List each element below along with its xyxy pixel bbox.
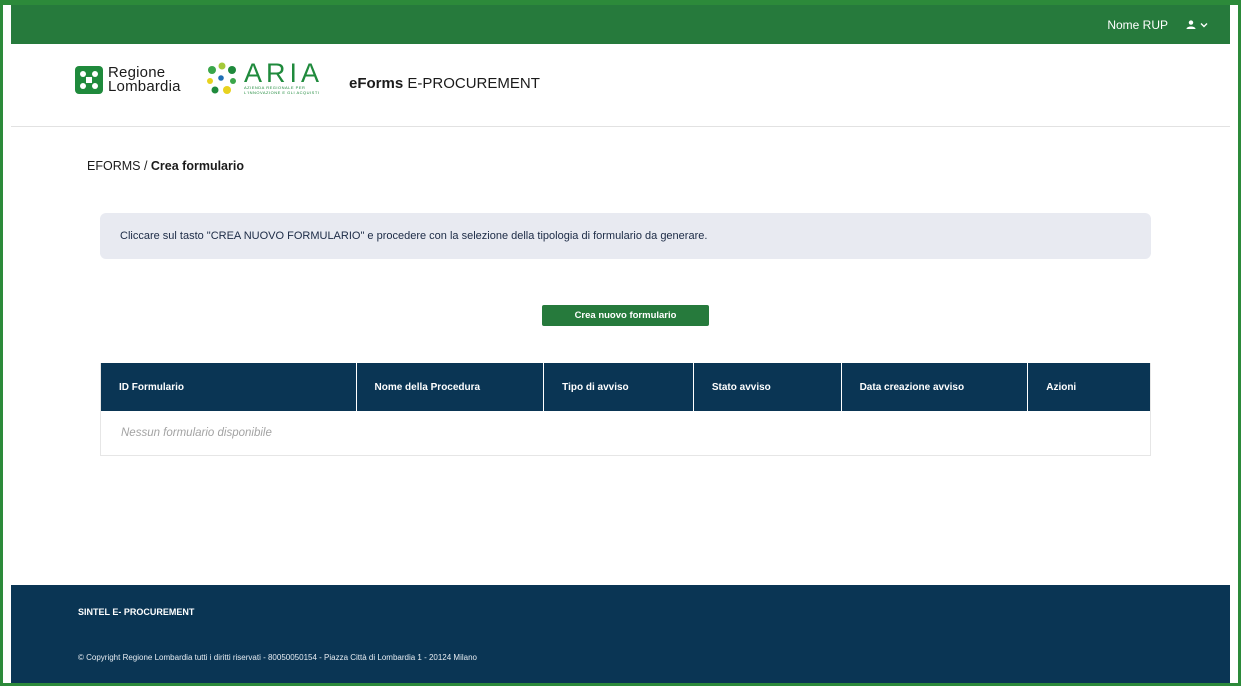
app-title-eforms: eForms [349, 75, 404, 92]
breadcrumb-separator: / [140, 159, 151, 173]
top-bar: Nome RUP [11, 5, 1230, 44]
column-header-actions: Azioni [1046, 381, 1077, 393]
table-header: ID Formulario Nome della Procedura Tipo … [101, 363, 1150, 411]
app-title-eprocurement: E-PROCUREMENT [403, 75, 540, 92]
forms-table: ID Formulario Nome della Procedura Tipo … [100, 363, 1151, 456]
aria-subtitle-2: L'INNOVAZIONE E GLI ACQUISTI [244, 90, 320, 95]
footer-brand: SINTEL E- PROCUREMENT [78, 607, 195, 617]
user-dropdown-toggle[interactable] [1186, 20, 1208, 29]
user-icon [1186, 20, 1196, 29]
table-empty-message: Nessun formulario disponibile [121, 427, 272, 439]
table-empty-row: Nessun formulario disponibile [101, 411, 1150, 455]
chevron-down-icon [1200, 22, 1208, 27]
column-header-notice-type[interactable]: Tipo di avviso [544, 363, 694, 411]
breadcrumb-current: Crea formulario [150, 159, 244, 173]
regione-lombardia-wordmark: Regione Lombardia [108, 64, 181, 95]
info-message: Cliccare sul tasto "CREA NUOVO FORMULARI… [100, 213, 1151, 259]
column-header-id[interactable]: ID Formulario [101, 363, 357, 411]
column-header-procedure-name[interactable]: Nome della Procedura [357, 363, 545, 411]
footer-copyright: © Copyright Regione Lombardia tutti i di… [78, 653, 477, 662]
info-message-text: Cliccare sul tasto "CREA NUOVO FORMULARI… [120, 230, 708, 242]
aria-wordmark: ARIA [244, 58, 324, 88]
aria-dots-icon [207, 62, 236, 94]
app-title: eForms E-PROCUREMENT [349, 75, 540, 92]
breadcrumb: EFORMS / Crea formulario [87, 159, 244, 173]
column-header-creation-date[interactable]: Data creazione avviso [842, 363, 1029, 411]
site-footer: SINTEL E- PROCUREMENT © Copyright Region… [11, 585, 1230, 683]
breadcrumb-root[interactable]: EFORMS [87, 159, 140, 173]
regione-lombardia-mark-icon [75, 66, 103, 94]
create-form-button[interactable]: Crea nuovo formulario [542, 305, 709, 326]
user-menu[interactable]: Nome RUP [1107, 5, 1208, 44]
user-name[interactable]: Nome RUP [1107, 18, 1168, 32]
site-header: Regione Lombardia ARIA AZIENDA REGIONALE… [11, 44, 1230, 127]
page-frame: Nome RUP Regione Lombardia ARIA AZIENDA … [0, 0, 1241, 686]
regione-lombardia-logo[interactable]: Regione Lombardia [75, 64, 181, 95]
aria-logo[interactable]: ARIA AZIENDA REGIONALE PER L'INNOVAZIONE… [204, 60, 323, 96]
column-header-notice-status[interactable]: Stato avviso [694, 363, 842, 411]
